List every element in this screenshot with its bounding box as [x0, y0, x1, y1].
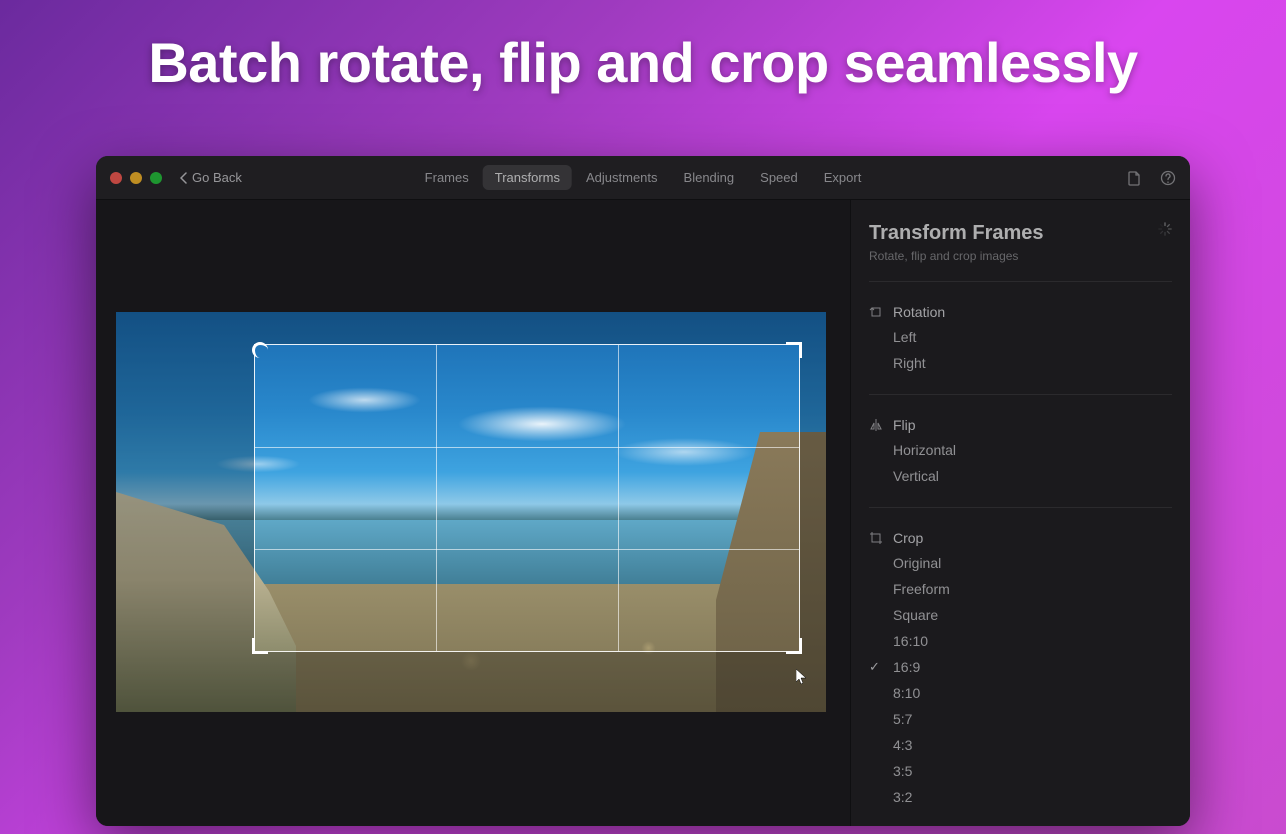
crop-16-10-option[interactable]: 16:10 — [869, 628, 1172, 654]
document-icon[interactable] — [1126, 170, 1142, 186]
tab-speed[interactable]: Speed — [748, 165, 810, 190]
tab-transforms[interactable]: Transforms — [483, 165, 572, 190]
help-icon[interactable] — [1160, 170, 1176, 186]
crop-handle-bottom-right[interactable] — [786, 638, 802, 654]
window-minimize-button[interactable] — [130, 172, 142, 184]
crop-handle-top-right[interactable] — [786, 342, 802, 358]
crop-3-2-option[interactable]: 3:2 — [869, 784, 1172, 810]
rotation-left-option[interactable]: Left — [869, 324, 1172, 350]
rotation-icon — [869, 305, 883, 319]
titlebar-right — [1126, 170, 1176, 186]
chevron-left-icon — [180, 172, 188, 184]
inspector-panel: Transform Frames Rotate, flip and crop i… — [850, 200, 1190, 826]
tab-bar: Frames Transforms Adjustments Blending S… — [413, 165, 874, 190]
crop-original-option[interactable]: Original — [869, 550, 1172, 576]
spinner-icon — [1158, 222, 1172, 236]
marketing-headline: Batch rotate, flip and crop seamlessly — [0, 30, 1286, 95]
section-crop: Crop Original Freeform Square 16:10 ✓16:… — [869, 526, 1172, 810]
flip-label: Flip — [893, 417, 916, 433]
cursor-icon — [796, 669, 808, 688]
crop-freeform-option[interactable]: Freeform — [869, 576, 1172, 602]
app-window: Go Back Frames Transforms Adjustments Bl… — [96, 156, 1190, 826]
tab-adjustments[interactable]: Adjustments — [574, 165, 670, 190]
flip-horizontal-option[interactable]: Horizontal — [869, 437, 1172, 463]
crop-grid-line — [618, 345, 619, 651]
crop-8-10-option[interactable]: 8:10 — [869, 680, 1172, 706]
rotation-right-option[interactable]: Right — [869, 350, 1172, 376]
crop-square-option[interactable]: Square — [869, 602, 1172, 628]
crop-handle-top-left[interactable] — [252, 342, 268, 358]
titlebar: Go Back Frames Transforms Adjustments Bl… — [96, 156, 1190, 200]
crop-grid-line — [255, 447, 799, 448]
go-back-button[interactable]: Go Back — [180, 170, 242, 185]
crop-grid-line — [436, 345, 437, 651]
inspector-title: Transform Frames — [869, 222, 1044, 245]
section-flip: Flip Horizontal Vertical — [869, 413, 1172, 489]
canvas-area — [96, 200, 850, 826]
divider — [869, 507, 1172, 508]
crop-5-7-option[interactable]: 5:7 — [869, 706, 1172, 732]
crop-3-5-option[interactable]: 3:5 — [869, 758, 1172, 784]
traffic-lights — [110, 172, 162, 184]
divider — [869, 394, 1172, 395]
divider — [869, 281, 1172, 282]
crop-4-3-option[interactable]: 4:3 — [869, 732, 1172, 758]
flip-icon — [869, 418, 883, 432]
crop-icon — [869, 531, 883, 545]
tab-export[interactable]: Export — [812, 165, 874, 190]
section-rotation: Rotation Left Right — [869, 300, 1172, 376]
crop-16-9-option[interactable]: ✓16:9 — [869, 654, 1172, 680]
window-maximize-button[interactable] — [150, 172, 162, 184]
inspector-subtitle: Rotate, flip and crop images — [869, 249, 1044, 263]
flip-vertical-option[interactable]: Vertical — [869, 463, 1172, 489]
window-body: Transform Frames Rotate, flip and crop i… — [96, 200, 1190, 826]
window-close-button[interactable] — [110, 172, 122, 184]
crop-overlay[interactable] — [254, 344, 800, 652]
go-back-label: Go Back — [192, 170, 242, 185]
rotation-label: Rotation — [893, 304, 945, 320]
crop-handle-bottom-left[interactable] — [252, 638, 268, 654]
tab-blending[interactable]: Blending — [672, 165, 747, 190]
crop-label: Crop — [893, 530, 923, 546]
crop-grid-line — [255, 549, 799, 550]
tab-frames[interactable]: Frames — [413, 165, 481, 190]
